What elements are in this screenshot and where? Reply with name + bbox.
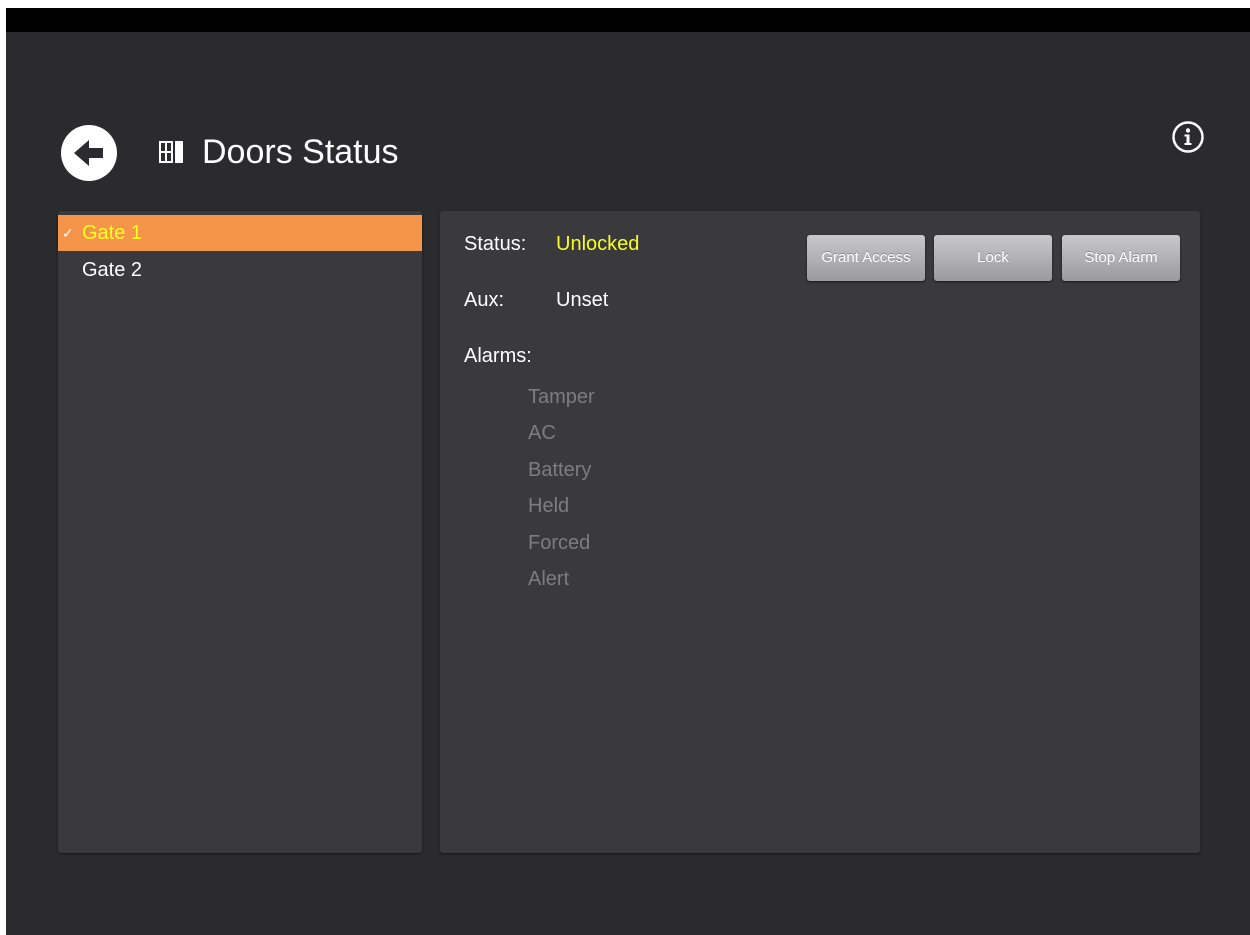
lock-button[interactable]: Lock <box>934 235 1052 281</box>
alarm-item-alert: Alert <box>528 568 570 590</box>
app-screen: Doors Status ✓ Gate 1 Gate 2 Status: Unl… <box>6 8 1250 935</box>
info-icon[interactable] <box>1171 120 1205 154</box>
back-button[interactable] <box>61 125 117 181</box>
alarm-item-ac: AC <box>528 422 556 444</box>
status-label: Status: <box>464 233 527 255</box>
alarm-item-forced: Forced <box>528 532 591 554</box>
grant-access-button[interactable]: Grant Access <box>807 235 925 281</box>
aux-label: Aux: <box>464 289 505 311</box>
alarm-item-held: Held <box>528 495 570 517</box>
aux-value: Unset <box>556 289 609 311</box>
status-value: Unlocked <box>556 233 640 255</box>
alarm-item-battery: Battery <box>528 459 592 481</box>
status-bar <box>6 8 1250 32</box>
door-icon <box>159 141 183 163</box>
checkmark-icon: ✓ <box>62 225 74 241</box>
gate-label: Gate 2 <box>82 259 143 281</box>
gate-detail-panel: Status: Unlocked Aux: Unset Alarms: Tamp… <box>440 211 1200 853</box>
alarms-label: Alarms: <box>464 345 532 367</box>
stop-alarm-button[interactable]: Stop Alarm <box>1062 235 1180 281</box>
page-title: Doors Status <box>202 133 399 171</box>
alarm-item-tamper: Tamper <box>528 386 595 408</box>
gate-list-item-gate-1[interactable]: ✓ Gate 1 <box>58 215 422 251</box>
gate-list-item-gate-2[interactable]: Gate 2 <box>58 252 422 288</box>
back-arrow-icon <box>74 140 103 166</box>
gate-list-panel: ✓ Gate 1 Gate 2 <box>58 211 422 853</box>
gate-label: Gate 1 <box>82 222 143 244</box>
